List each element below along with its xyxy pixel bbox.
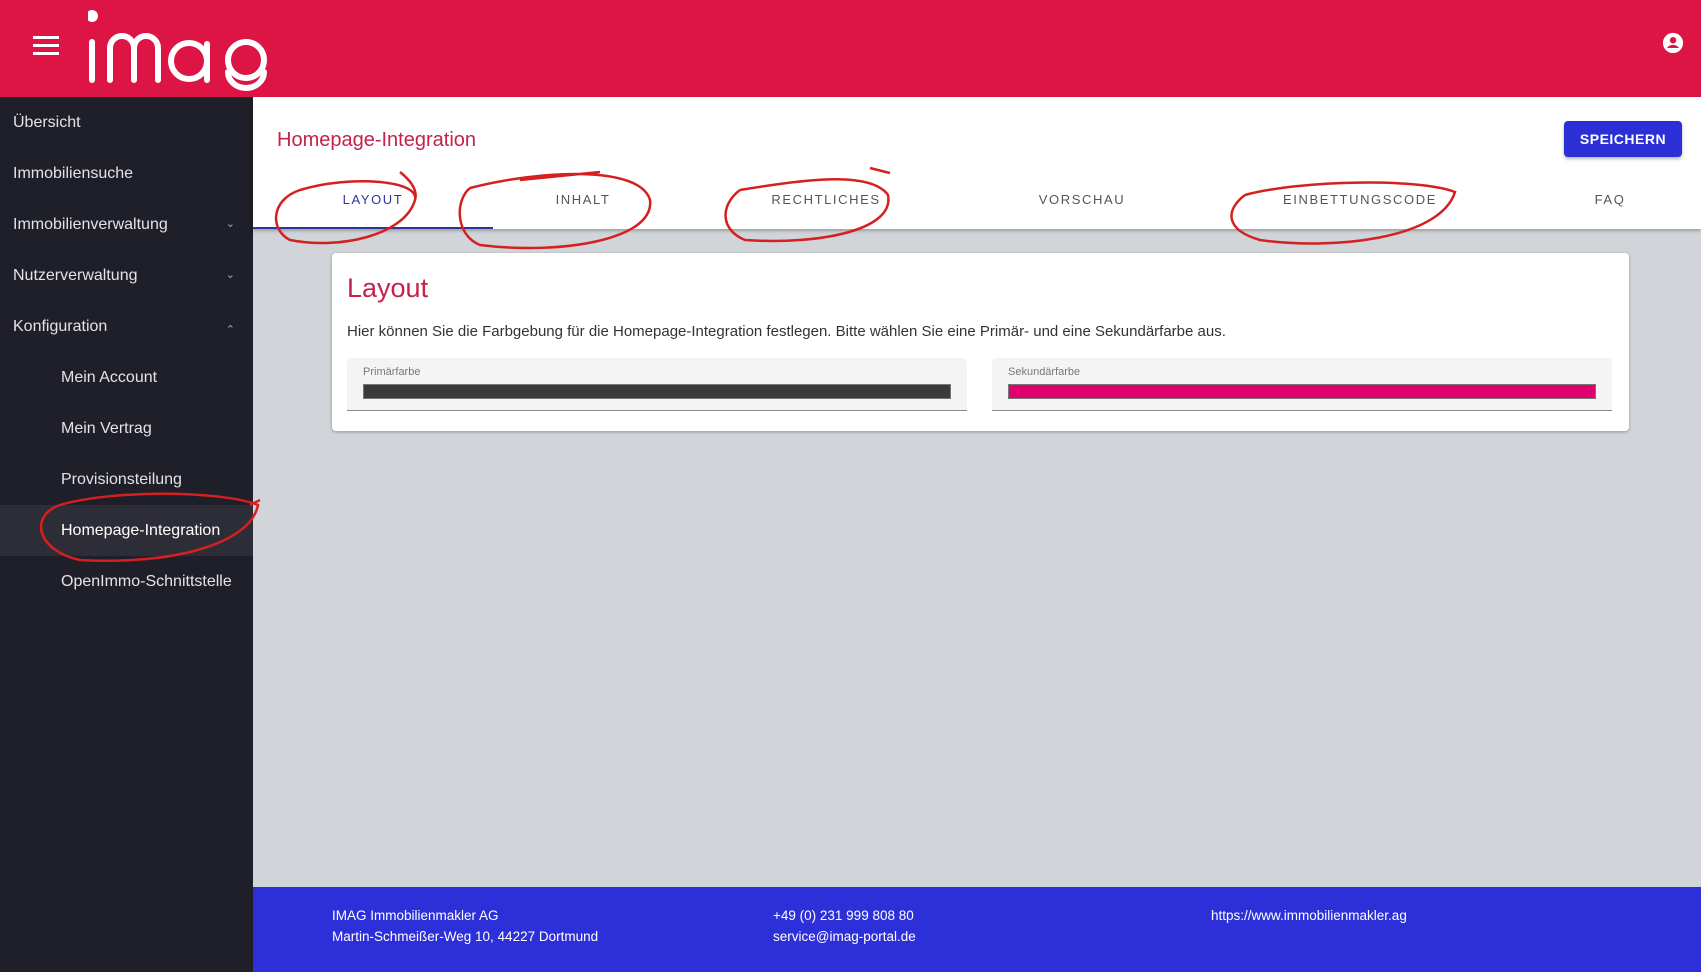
chevron-down-icon: ⌄ — [225, 269, 235, 281]
sidebar-item-provisionsteilung[interactable]: Provisionsteilung — [0, 454, 253, 505]
page-title: Homepage-Integration — [277, 129, 477, 151]
sidebar-item-nutzerverwaltung[interactable]: Nutzerverwaltung ⌄ — [0, 250, 253, 301]
sidebar-item-label: Konfiguration — [13, 318, 108, 335]
field-label: Sekundärfarbe — [1008, 366, 1081, 378]
sidebar-item-uebersicht[interactable]: Übersicht — [0, 97, 253, 148]
layout-card: Layout Hier können Sie die Farbgebung fü… — [332, 253, 1629, 431]
sidebar-item-immobilienverwaltung[interactable]: Immobilienverwaltung ⌄ — [0, 199, 253, 250]
chevron-up-icon: ⌃ — [225, 324, 235, 336]
sidebar-item-immobiliensuche[interactable]: Immobiliensuche — [0, 148, 253, 199]
card-title: Layout — [347, 273, 429, 303]
account-circle-icon[interactable] — [1662, 32, 1684, 54]
tab-rechtliches[interactable]: RECHTLICHES — [706, 179, 946, 229]
company-address: Martin-Schmeißer-Weg 10, 44227 Dortmund — [332, 929, 599, 944]
sidebar-nav: Übersicht Immobiliensuche Immobilienverw… — [0, 97, 253, 972]
imag-logo[interactable] — [88, 2, 288, 92]
card-description: Hier können Sie die Farbgebung für die H… — [347, 323, 1226, 340]
hamburger-menu-icon[interactable] — [33, 36, 59, 56]
website-link[interactable]: https://www.immobilienmakler.ag — [1211, 908, 1407, 923]
field-label: Primärfarbe — [363, 366, 421, 378]
sidebar-item-openimmo-schnittstelle[interactable]: OpenImmo-Schnittstelle — [0, 556, 253, 607]
tab-faq[interactable]: FAQ — [1490, 179, 1701, 229]
sidebar-item-homepage-integration[interactable]: Homepage-Integration — [0, 505, 253, 556]
tab-vorschau[interactable]: VORSCHAU — [962, 179, 1202, 229]
sidebar-item-mein-account[interactable]: Mein Account — [0, 352, 253, 403]
primary-color-swatch[interactable] — [363, 384, 951, 399]
tab-einbettungscode[interactable]: EINBETTUNGSCODE — [1240, 179, 1480, 229]
sidebar-item-mein-vertrag[interactable]: Mein Vertrag — [0, 403, 253, 454]
app-header — [0, 0, 1701, 97]
chevron-down-icon: ⌄ — [225, 218, 235, 230]
save-button[interactable]: SPEICHERN — [1564, 121, 1682, 157]
secondary-color-swatch[interactable] — [1008, 384, 1596, 399]
page-header: Homepage-Integration SPEICHERN LAYOUT IN… — [253, 97, 1701, 229]
sidebar-item-label: Nutzerverwaltung — [13, 267, 138, 284]
company-name: IMAG Immobilienmakler AG — [332, 908, 499, 923]
tab-layout[interactable]: LAYOUT — [253, 179, 493, 229]
sidebar-item-label: Immobilienverwaltung — [13, 216, 168, 233]
tab-inhalt[interactable]: INHALT — [463, 179, 703, 229]
email-address[interactable]: service@imag-portal.de — [773, 926, 916, 947]
primary-color-field[interactable]: Primärfarbe — [347, 358, 967, 411]
phone-number: +49 (0) 231 999 808 80 — [773, 908, 914, 923]
sidebar-item-konfiguration[interactable]: Konfiguration ⌃ — [0, 301, 253, 352]
footer: IMAG Immobilienmakler AG Martin-Schmeißer… — [253, 887, 1701, 972]
secondary-color-field[interactable]: Sekundärfarbe — [992, 358, 1612, 411]
